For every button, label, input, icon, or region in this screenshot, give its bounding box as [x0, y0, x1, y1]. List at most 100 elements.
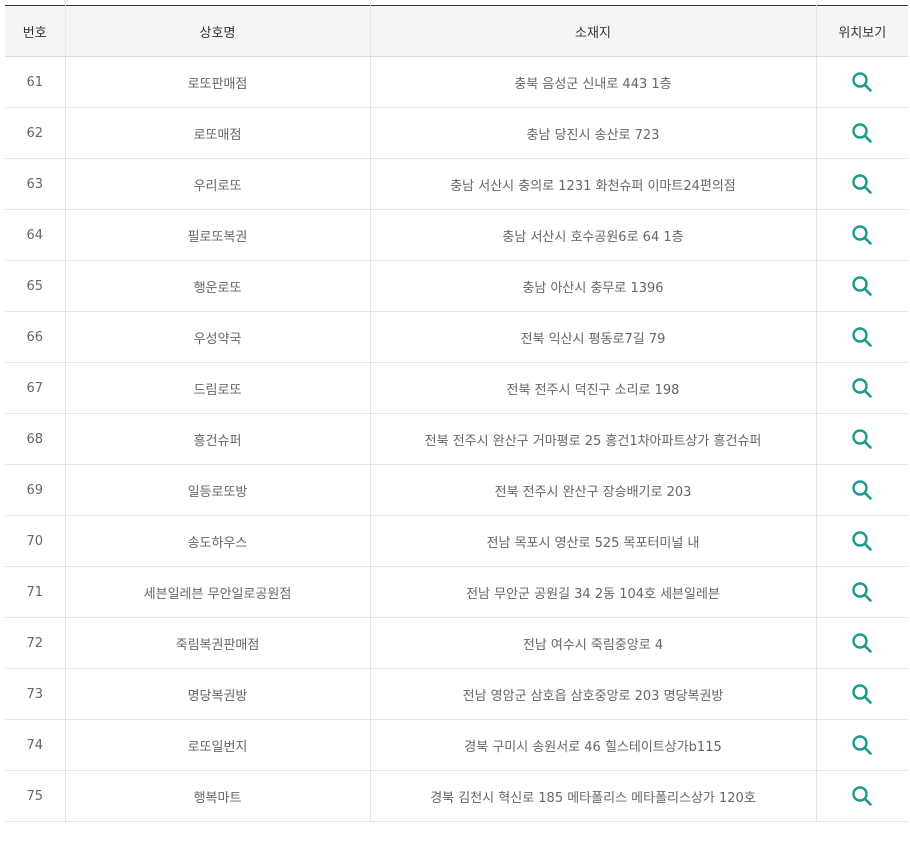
table-row: 68 흥건슈퍼 전북 전주시 완산구 거마평로 25 흥건1차아파트상가 흥건슈… — [5, 413, 908, 465]
row-address: 전북 전주시 완산구 거마평로 25 흥건1차아파트상가 흥건슈퍼 — [369, 413, 816, 465]
row-store-name: 로또일번지 — [64, 719, 370, 771]
table-row: 70 송도하우스 전남 목포시 영산로 525 목포터미널 내 — [5, 515, 908, 567]
row-store-name: 흥건슈퍼 — [64, 413, 370, 465]
row-number: 75 — [5, 770, 65, 822]
row-address: 충남 서산시 호수공원6로 64 1층 — [369, 209, 816, 261]
search-icon — [852, 735, 873, 755]
row-address: 충남 서산시 충의로 1231 화천슈퍼 이마트24편의점 — [369, 158, 816, 210]
row-number: 64 — [5, 209, 65, 261]
row-number: 61 — [5, 56, 65, 108]
row-address: 전남 여수시 죽림중앙로 4 — [369, 617, 816, 669]
row-address: 전남 목포시 영산로 525 목포터미널 내 — [369, 515, 816, 567]
row-number: 69 — [5, 464, 65, 516]
row-number: 67 — [5, 362, 65, 414]
row-number: 73 — [5, 668, 65, 720]
row-number: 72 — [5, 617, 65, 669]
view-location-button[interactable] — [850, 478, 874, 502]
row-store-name: 죽림복권판매점 — [64, 617, 370, 669]
row-number: 66 — [5, 311, 65, 363]
row-number: 74 — [5, 719, 65, 771]
row-map-cell — [815, 311, 908, 363]
table-row: 65 행운로또 충남 아산시 충무로 1396 — [5, 260, 908, 312]
row-address: 충남 아산시 충무로 1396 — [369, 260, 816, 312]
view-location-button[interactable] — [850, 70, 874, 94]
row-map-cell — [815, 617, 908, 669]
table-row: 73 명당복권방 전남 영암군 삼호읍 삼호중앙로 203 명당복권방 — [5, 668, 908, 720]
row-map-cell — [815, 362, 908, 414]
row-map-cell — [815, 566, 908, 618]
table-row: 63 우리로또 충남 서산시 충의로 1231 화천슈퍼 이마트24편의점 — [5, 158, 908, 210]
view-location-button[interactable] — [850, 580, 874, 604]
store-table: 번호 상호명 소재지 위치보기 61 로또판매점 충북 음성군 신내로 443 … — [5, 5, 908, 822]
row-store-name: 행복마트 — [64, 770, 370, 822]
row-number: 70 — [5, 515, 65, 567]
row-address: 전북 전주시 완산구 장승배기로 203 — [369, 464, 816, 516]
search-icon — [852, 378, 873, 398]
row-address: 충북 음성군 신내로 443 1층 — [369, 56, 816, 108]
view-location-button[interactable] — [850, 784, 874, 808]
row-store-name: 로또매점 — [64, 107, 370, 159]
view-location-button[interactable] — [850, 427, 874, 451]
row-store-name: 송도하우스 — [64, 515, 370, 567]
view-location-button[interactable] — [850, 529, 874, 553]
view-location-button[interactable] — [850, 223, 874, 247]
search-icon — [852, 531, 873, 551]
row-store-name: 우성약국 — [64, 311, 370, 363]
row-store-name: 우리로또 — [64, 158, 370, 210]
row-store-name: 명당복권방 — [64, 668, 370, 720]
header-map: 위치보기 — [815, 5, 908, 57]
row-map-cell — [815, 515, 908, 567]
header-row: 번호 상호명 소재지 위치보기 — [5, 5, 908, 57]
row-number: 65 — [5, 260, 65, 312]
row-number: 63 — [5, 158, 65, 210]
row-address: 충남 당진시 송산로 723 — [369, 107, 816, 159]
row-map-cell — [815, 770, 908, 822]
table-row: 74 로또일번지 경북 구미시 송원서로 46 힐스테이트상가b115 — [5, 719, 908, 771]
view-location-button[interactable] — [850, 631, 874, 655]
row-number: 71 — [5, 566, 65, 618]
search-icon — [852, 786, 873, 806]
row-map-cell — [815, 464, 908, 516]
table-row: 72 죽림복권판매점 전남 여수시 죽림중앙로 4 — [5, 617, 908, 669]
table-body: 61 로또판매점 충북 음성군 신내로 443 1층 62 로또매점 충남 당진… — [5, 56, 908, 822]
view-location-button[interactable] — [850, 733, 874, 757]
row-number: 68 — [5, 413, 65, 465]
row-address: 경북 김천시 혁신로 185 메타폴리스 메타폴리스상가 120호 — [369, 770, 816, 822]
row-address: 전북 익산시 평동로7길 79 — [369, 311, 816, 363]
row-map-cell — [815, 209, 908, 261]
view-location-button[interactable] — [850, 172, 874, 196]
table-row: 67 드림로또 전북 전주시 덕진구 소리로 198 — [5, 362, 908, 414]
view-location-button[interactable] — [850, 121, 874, 145]
view-location-button[interactable] — [850, 682, 874, 706]
row-map-cell — [815, 107, 908, 159]
row-store-name: 세븐일레븐 무안일로공원점 — [64, 566, 370, 618]
row-number: 62 — [5, 107, 65, 159]
row-map-cell — [815, 668, 908, 720]
search-icon — [852, 225, 873, 245]
search-icon — [852, 327, 873, 347]
view-location-button[interactable] — [850, 325, 874, 349]
header-store-name: 상호명 — [64, 5, 370, 57]
view-location-button[interactable] — [850, 376, 874, 400]
row-store-name: 드림로또 — [64, 362, 370, 414]
search-icon — [852, 123, 873, 143]
row-map-cell — [815, 719, 908, 771]
search-icon — [852, 582, 873, 602]
search-icon — [852, 276, 873, 296]
header-address: 소재지 — [369, 5, 816, 57]
search-icon — [852, 480, 873, 500]
table-row: 66 우성약국 전북 익산시 평동로7길 79 — [5, 311, 908, 363]
table-row: 62 로또매점 충남 당진시 송산로 723 — [5, 107, 908, 159]
table-row: 75 행복마트 경북 김천시 혁신로 185 메타폴리스 메타폴리스상가 120… — [5, 770, 908, 822]
row-map-cell — [815, 260, 908, 312]
row-store-name: 로또판매점 — [64, 56, 370, 108]
table-row: 61 로또판매점 충북 음성군 신내로 443 1층 — [5, 56, 908, 108]
row-store-name: 행운로또 — [64, 260, 370, 312]
row-store-name: 일등로또방 — [64, 464, 370, 516]
row-address: 경북 구미시 송원서로 46 힐스테이트상가b115 — [369, 719, 816, 771]
table-row: 71 세븐일레븐 무안일로공원점 전남 무안군 공원길 34 2동 104호 세… — [5, 566, 908, 618]
row-map-cell — [815, 413, 908, 465]
search-icon — [852, 72, 873, 92]
view-location-button[interactable] — [850, 274, 874, 298]
row-map-cell — [815, 56, 908, 108]
